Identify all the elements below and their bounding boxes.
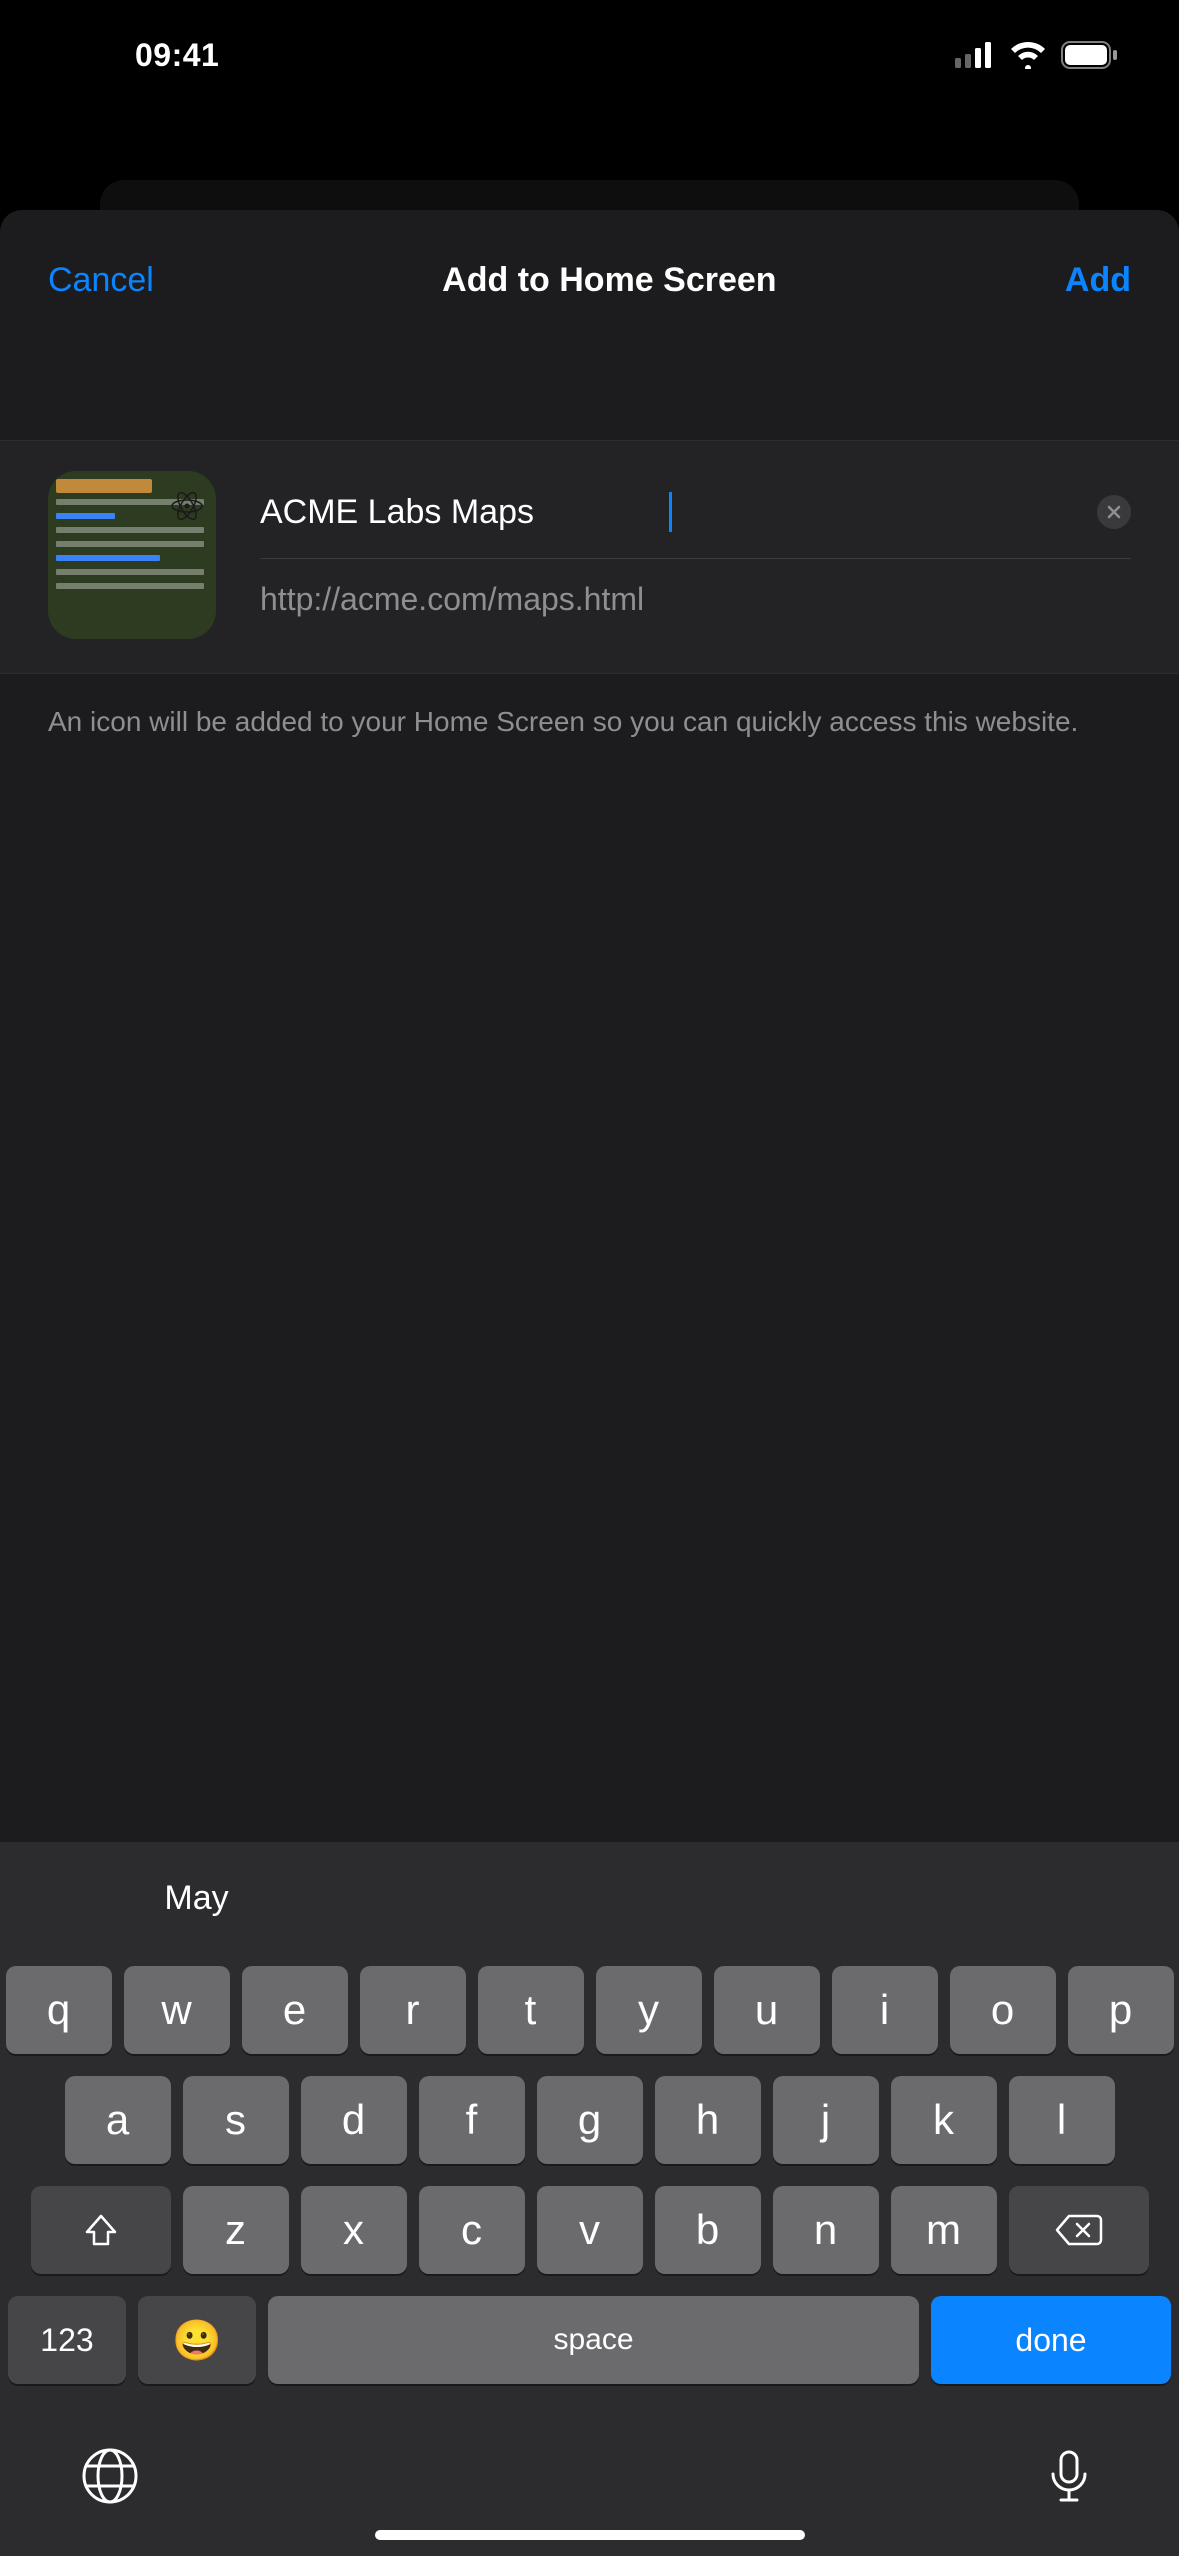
suggestion-1[interactable]: May (0, 1879, 393, 1918)
emoji-icon: 😀 (172, 2317, 222, 2364)
title-input[interactable]: ACME Labs Maps (260, 493, 667, 532)
key-row-1: q w e r t y u i o p (8, 1966, 1171, 2054)
key-l[interactable]: l (1009, 2076, 1115, 2164)
key-z[interactable]: z (183, 2186, 289, 2274)
status-time: 09:41 (135, 37, 219, 74)
key-u[interactable]: u (714, 1966, 820, 2054)
key-x[interactable]: x (301, 2186, 407, 2274)
key-p[interactable]: p (1068, 1966, 1174, 2054)
key-k[interactable]: k (891, 2076, 997, 2164)
sheet-title: Add to Home Screen (442, 261, 776, 300)
key-g[interactable]: g (537, 2076, 643, 2164)
key-m[interactable]: m (891, 2186, 997, 2274)
key-f[interactable]: f (419, 2076, 525, 2164)
key-a[interactable]: a (65, 2076, 171, 2164)
shift-key[interactable] (31, 2186, 171, 2274)
hint-text: An icon will be added to your Home Scree… (0, 674, 1179, 769)
sheet-nav: Cancel Add to Home Screen Add (0, 210, 1179, 350)
done-key[interactable]: done (931, 2296, 1171, 2384)
globe-icon[interactable] (80, 2446, 140, 2506)
text-caret (669, 492, 672, 532)
numbers-key[interactable]: 123 (8, 2296, 126, 2384)
key-row-2: a s d f g h j k l (8, 2076, 1171, 2164)
site-logo-icon (170, 489, 204, 523)
add-to-home-sheet: Cancel Add to Home Screen Add ACME Labs … (0, 210, 1179, 2556)
key-d[interactable]: d (301, 2076, 407, 2164)
status-bar: 09:41 (0, 0, 1179, 110)
key-row-4: 123 😀 space done (8, 2296, 1171, 2384)
title-field-row[interactable]: ACME Labs Maps (260, 492, 1131, 559)
key-t[interactable]: t (478, 1966, 584, 2054)
form-fields: ACME Labs Maps http://acme.com/maps.html (260, 492, 1131, 618)
key-w[interactable]: w (124, 1966, 230, 2054)
wifi-icon (1009, 41, 1047, 69)
space-key[interactable]: space (268, 2296, 919, 2384)
key-v[interactable]: v (537, 2186, 643, 2274)
backspace-key[interactable] (1009, 2186, 1149, 2274)
status-icons (955, 41, 1119, 69)
key-e[interactable]: e (242, 1966, 348, 2054)
key-i[interactable]: i (832, 1966, 938, 2054)
bookmark-form: ACME Labs Maps http://acme.com/maps.html (0, 440, 1179, 674)
add-button[interactable]: Add (1065, 261, 1131, 300)
key-s[interactable]: s (183, 2076, 289, 2164)
key-q[interactable]: q (6, 1966, 112, 2054)
keyboard: May q w e r t y u i o p a s d f g (0, 1842, 1179, 2556)
emoji-key[interactable]: 😀 (138, 2296, 256, 2384)
key-o[interactable]: o (950, 1966, 1056, 2054)
battery-icon (1061, 41, 1119, 69)
mic-icon[interactable] (1039, 2446, 1099, 2506)
cellular-icon (955, 42, 995, 68)
key-y[interactable]: y (596, 1966, 702, 2054)
key-c[interactable]: c (419, 2186, 525, 2274)
url-text: http://acme.com/maps.html (260, 581, 1131, 618)
key-j[interactable]: j (773, 2076, 879, 2164)
shift-icon (81, 2210, 121, 2250)
home-indicator[interactable] (375, 2530, 805, 2540)
cancel-button[interactable]: Cancel (48, 261, 154, 300)
key-h[interactable]: h (655, 2076, 761, 2164)
key-row-3: z x c v b n m (8, 2186, 1171, 2274)
site-thumbnail (48, 471, 216, 639)
clear-button[interactable] (1097, 495, 1131, 529)
backspace-icon (1055, 2212, 1103, 2248)
close-icon (1106, 504, 1122, 520)
key-n[interactable]: n (773, 2186, 879, 2274)
suggestion-bar: May (0, 1842, 1179, 1954)
key-r[interactable]: r (360, 1966, 466, 2054)
key-b[interactable]: b (655, 2186, 761, 2274)
